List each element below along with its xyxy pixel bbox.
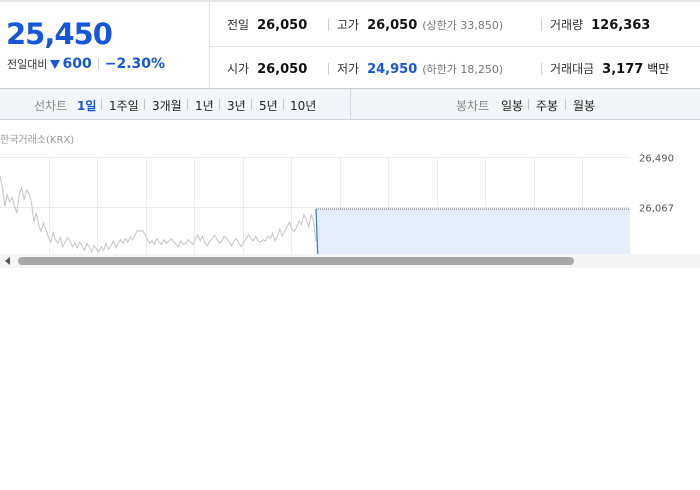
current-price: 25,450 [6,17,113,51]
open-value: 26,050 [257,62,308,77]
volume-cell: 거래량 126,363 [550,16,650,33]
divider [283,99,284,110]
divider [144,99,145,110]
low-cell: 저가 24,950 (하한가 18,250) [337,60,503,77]
amount-unit: 백만 [647,62,670,76]
change-value: 600 [62,56,92,72]
period-tab-10y[interactable]: 10년 [290,97,316,114]
low-label: 저가 [337,62,360,76]
amount-value: 3,177 [602,62,644,77]
candle-chart-label: 봉차트 [456,99,490,113]
low-value: 24,950 [367,62,418,77]
divider [97,58,99,70]
change-label: 전일대비 [7,58,48,71]
prev-close-cell: 전일 26,050 [227,16,307,33]
row-divider [209,46,700,47]
volume-label: 거래량 [550,18,584,32]
current-price-box: 25,450 전일대비 600 −2.30% [0,2,210,89]
amount-label: 거래대금 [550,62,595,76]
chart-svg: 26,49026,06725,640 [0,154,674,254]
open-cell: 시가 26,050 [227,60,307,77]
divider [101,99,102,110]
data-source-label: 한국거래소(KRX) [0,135,75,146]
scroll-thumb[interactable] [18,257,574,265]
candle-tab-monthly[interactable]: 월봉 [573,97,595,114]
intraday-price-chart: 26,49026,06725,640 [0,148,700,254]
chart-scrollbar[interactable] [0,254,700,268]
price-line [0,175,317,253]
divider [328,19,329,31]
divider [528,99,529,110]
candle-tab-weekly[interactable]: 주봉 [536,97,558,114]
divider [541,63,542,75]
divider [187,99,188,110]
high-label: 고가 [337,18,360,32]
toolbar-divider [350,89,351,119]
open-label: 시가 [227,62,250,76]
down-triangle-icon [50,60,61,69]
upper-limit: (상한가 33,850) [422,19,504,32]
chart-toolbar: 선차트 1일 1주일 3개월 1년 3년 5년 10년 봉차트 일봉 주봉 월봉 [0,89,700,120]
y-tick-label: 26,067 [639,204,674,215]
post-drop-area [316,209,630,254]
period-tab-5y[interactable]: 5년 [259,97,278,114]
amount-cell: 거래대금 3,177 백만 [550,60,669,77]
divider [541,19,542,31]
divider [219,99,220,110]
period-tab-1d[interactable]: 1일 [77,97,96,114]
line-chart-label: 선차트 [34,99,68,113]
divider [328,63,329,75]
lower-limit: (하한가 18,250) [422,63,504,76]
volume-value: 126,363 [591,18,651,33]
divider [565,99,566,110]
divider [251,99,252,110]
y-tick-label: 26,490 [639,154,674,165]
stock-quote-panel: 25,450 전일대비 600 −2.30% 전일 26,050 고가 26,050 (상… [0,0,700,89]
high-value: 26,050 [367,18,418,33]
period-tab-3y[interactable]: 3년 [227,97,246,114]
price-change-row: 전일대비 600 −2.30% [7,56,165,72]
scroll-left-arrow-icon[interactable] [5,257,10,265]
candle-tab-daily[interactable]: 일봉 [501,97,523,114]
period-tab-1y[interactable]: 1년 [195,97,214,114]
high-cell: 고가 26,050 (상한가 33,850) [337,16,503,33]
period-tab-3m[interactable]: 3개월 [152,97,182,114]
period-tab-1w[interactable]: 1주일 [109,97,139,114]
change-rate: −2.30% [104,56,166,72]
prev-close-value: 26,050 [257,18,308,33]
prev-close-label: 전일 [227,18,250,32]
